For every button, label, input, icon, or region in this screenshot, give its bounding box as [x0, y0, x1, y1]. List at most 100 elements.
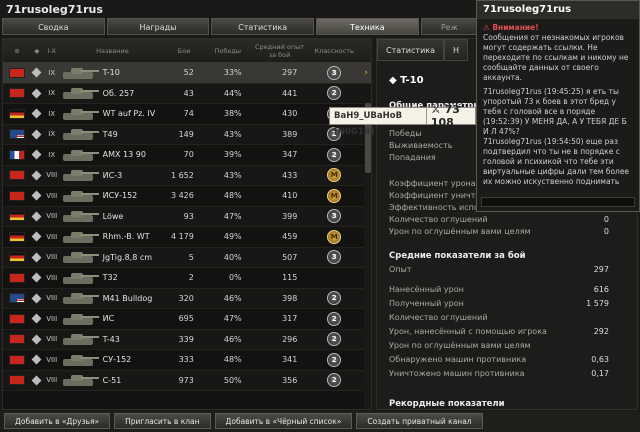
table-row[interactable]: VIII ИС-3 1 652 43% 433 M: [3, 165, 371, 186]
tier-label: VIII: [46, 355, 58, 364]
mastery-badge-icon: 2: [327, 352, 342, 367]
invite-clan-button[interactable]: Пригласить в клан: [114, 413, 211, 429]
table-row[interactable]: VIII ИС 695 47% 317 2: [3, 309, 371, 330]
table-row[interactable]: VIII M41 Bulldog 320 46% 398 2: [3, 288, 371, 309]
table-row[interactable]: VIII С-51 973 50% 356 2: [3, 370, 371, 391]
mastery-badge-icon: 2: [327, 311, 342, 326]
table-scrollbar[interactable]: [364, 101, 371, 409]
table-row[interactable]: VIII СУ-152 333 48% 341 2: [3, 350, 371, 371]
type-column-icon[interactable]: ◆: [31, 47, 43, 55]
avg-exp-value: 433: [282, 170, 298, 180]
col-name[interactable]: Название: [61, 47, 164, 55]
profile-window: 71rusoleg71rus Сводка Награды Статистика…: [0, 0, 640, 432]
stat-row: Количество оглушений: [389, 313, 609, 322]
wins-value: 47%: [223, 211, 242, 221]
vehicle-name: Rhm.-B. WT: [102, 232, 150, 242]
records-title: Рекордные показатели: [389, 399, 505, 409]
table-row[interactable]: VIII Rhm.-B. WT 4 179 49% 459 M: [3, 227, 371, 248]
nation-flag-icon: [9, 354, 25, 365]
add-friend-button[interactable]: Добавить в «Друзья»: [4, 413, 111, 429]
table-row[interactable]: VIII JgTig.8,8 cm 5 40% 507 3: [3, 247, 371, 268]
tank-icon: [61, 209, 99, 223]
vehicle-name: T-10: [102, 68, 120, 78]
avg-exp-value: 459: [282, 232, 298, 242]
wins-value: 0%: [228, 273, 242, 283]
blacklist-button[interactable]: Добавить в «Чёрный список»: [214, 413, 353, 429]
mastery-badge-icon: M: [327, 188, 342, 203]
nation-flag-icon: [9, 190, 25, 201]
col-avg-exp[interactable]: Средний опыт за бой: [252, 43, 308, 59]
nation-flag-icon: [9, 170, 25, 181]
tab-modes[interactable]: Реж: [420, 18, 478, 35]
table-row[interactable]: IX T-10 52 33% 297 3 ›: [3, 63, 371, 84]
vehicle-type-icon: [31, 375, 42, 386]
nation-flag-icon: [9, 129, 25, 140]
wins-value: 39%: [223, 150, 242, 160]
stat-row: Уничтожено машин противника 0,17: [389, 369, 609, 378]
stat-value: 0,63: [591, 355, 609, 364]
stat-value: 0: [603, 215, 609, 224]
wins-value: 48%: [223, 191, 242, 201]
nation-flag-icon: [9, 211, 25, 222]
wins-value: 44%: [223, 88, 242, 98]
mastery-badge-icon: M: [327, 168, 342, 183]
mastery-badge-icon: 2: [327, 373, 342, 388]
stat-label: Нанесённый урон: [389, 285, 464, 294]
nation-flag-icon: [9, 293, 25, 304]
vehicle-type-icon: [31, 252, 42, 263]
stat-row: Урон по оглушённым вами целям 0: [389, 227, 609, 236]
table-row[interactable]: VIII Löwe 93 47% 399 3: [3, 206, 371, 227]
col-battles[interactable]: Бои: [164, 47, 204, 55]
tank-icon: [61, 168, 99, 182]
nation-flag-icon: [9, 375, 25, 386]
nation-flag-icon: [9, 272, 25, 283]
table-row[interactable]: IX T49 149 43% 389 2: [3, 124, 371, 145]
chat-warning: Внимание!: [492, 23, 539, 32]
wins-value: 50%: [223, 375, 242, 385]
avg-exp-value: 507: [282, 252, 298, 262]
vehicle-name: С-51: [102, 375, 122, 385]
table-row[interactable]: VIII ИСУ-152 3 426 48% 410 M: [3, 186, 371, 207]
stat-row: Опыт 297: [389, 265, 609, 274]
table-row[interactable]: IXWT auf Pz. IV7438%4302: [3, 104, 371, 125]
tooltip-score-value: 73 108: [430, 103, 460, 129]
col-wins[interactable]: Победы: [204, 47, 252, 55]
nation-flag-icon: [9, 67, 25, 78]
table-row[interactable]: VIII T32 2 0% 115: [3, 268, 371, 289]
battles-value: 149: [178, 129, 194, 139]
stat-label: Эффективность исполь: [389, 203, 489, 212]
tier-label: VIII: [46, 294, 58, 303]
warning-icon: ⚠: [483, 23, 493, 32]
vehicle-type-icon: [31, 354, 42, 365]
panel-tab-other[interactable]: Н: [444, 39, 469, 61]
tank-icon: [61, 373, 99, 387]
avg-exp-value: 297: [282, 68, 298, 78]
tab-awards[interactable]: Награды: [106, 18, 210, 35]
vehicle-name: WT auf Pz. IV: [102, 109, 156, 119]
tab-statistics[interactable]: Статистика: [211, 18, 314, 35]
tank-icon: [61, 107, 99, 121]
avg-exp-value: 115: [282, 273, 298, 283]
panel-tab-statistics[interactable]: Статистика: [377, 39, 444, 61]
chat-input[interactable]: [481, 197, 635, 207]
stat-label: Количество оглушений: [389, 313, 488, 322]
table-row[interactable]: IX Об. 257 43 44% 441 2: [3, 83, 371, 104]
private-channel-button[interactable]: Создать приватный канал: [356, 413, 483, 429]
col-class[interactable]: Классность: [307, 47, 361, 55]
tab-vehicles[interactable]: Техника: [315, 18, 419, 35]
table-row[interactable]: IX AMX 13 90 70 39% 347 2: [3, 145, 371, 166]
stat-label: Победы: [389, 129, 422, 138]
nation-column-icon[interactable]: ⊕: [3, 47, 31, 55]
tank-icon: [61, 291, 99, 305]
tab-summary[interactable]: Сводка: [2, 18, 105, 35]
tier-label: VIII: [46, 273, 58, 282]
nation-flag-icon: [9, 149, 25, 160]
avg-exp-value: 347: [282, 150, 298, 160]
avg-exp-value: 389: [282, 129, 298, 139]
panel-vehicle-name: T-10: [400, 75, 424, 86]
table-row[interactable]: VIII T-43 339 46% 296 2: [3, 329, 371, 350]
tier-column-icon[interactable]: I-X: [43, 47, 61, 55]
wins-value: 33%: [223, 68, 242, 78]
battles-value: 4 179: [170, 232, 194, 242]
chat-message: 71rusoleg71rus (19:54:50) еще раз подтве…: [483, 137, 630, 186]
